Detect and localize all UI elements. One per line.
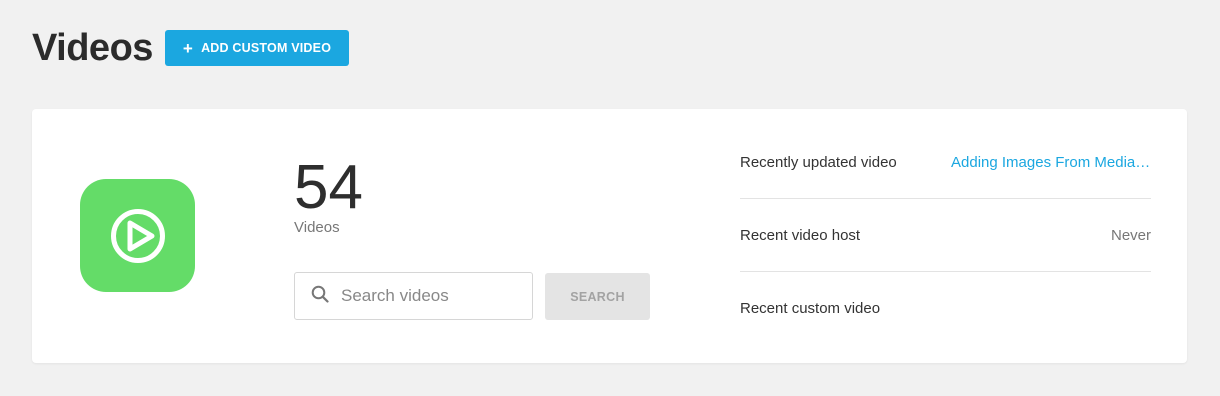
recent-stats: Recently updated video Adding Images Fro… [740, 126, 1151, 345]
videos-summary-card: 54 Videos SEARCH Recently updated video … [32, 109, 1187, 363]
add-custom-video-button[interactable]: + ADD CUSTOM VIDEO [164, 30, 350, 66]
stat-label: Recently updated video [740, 153, 897, 171]
stat-row-recent-custom: Recent custom video [740, 272, 1151, 345]
search-icon [311, 285, 329, 308]
stat-label: Recent custom video [740, 300, 881, 317]
add-custom-video-label: ADD CUSTOM VIDEO [201, 41, 332, 55]
search-field[interactable] [294, 272, 533, 320]
stat-row-recent-host: Recent video host Never [740, 199, 1151, 272]
search-input[interactable] [341, 286, 521, 306]
play-circle-icon [80, 179, 195, 292]
stat-value: Never [1110, 226, 1151, 244]
search-button[interactable]: SEARCH [545, 273, 650, 320]
recently-updated-video-link[interactable]: Adding Images From Media ... [951, 154, 1151, 171]
stat-row-recently-updated: Recently updated video Adding Images Fro… [740, 126, 1151, 199]
stat-label: Recent video host [740, 226, 861, 244]
plus-icon: + [182, 38, 194, 58]
video-count-label: Videos [294, 219, 340, 236]
page-header: Videos + ADD CUSTOM VIDEO [32, 27, 350, 69]
video-count: 54 [294, 153, 363, 222]
page-title: Videos [32, 27, 153, 69]
